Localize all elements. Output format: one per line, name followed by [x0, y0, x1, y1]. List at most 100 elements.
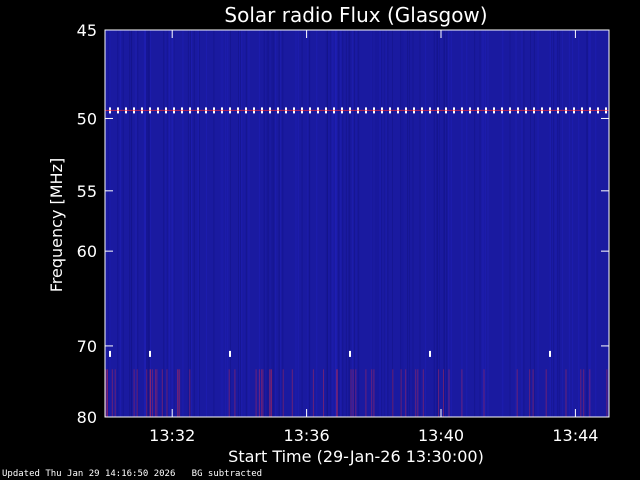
noise-stripe: [412, 30, 414, 417]
noise-stripe: [334, 30, 336, 417]
interference-stripe: [156, 369, 158, 417]
interference-stripe: [177, 369, 179, 417]
noise-stripe: [352, 30, 354, 417]
noise-stripe: [271, 30, 273, 417]
noise-stripe: [425, 30, 427, 417]
noise-stripe: [137, 30, 139, 417]
interference-stripe: [589, 369, 591, 417]
noise-stripe: [530, 30, 531, 417]
noise-stripe: [370, 30, 372, 417]
interference-stripe: [355, 369, 357, 417]
noise-stripe: [109, 30, 111, 417]
interference-stripe: [161, 369, 163, 417]
chart-title: Solar radio Flux (Glasgow): [224, 3, 487, 27]
noise-stripe: [165, 30, 167, 417]
noise-stripe: [145, 30, 147, 417]
noise-stripe: [198, 30, 200, 417]
noise-stripe: [401, 30, 403, 417]
bg-subtracted-note: BG subtracted: [191, 469, 263, 479]
noise-stripe: [327, 30, 329, 417]
noise-stripe: [213, 30, 215, 417]
noise-stripe: [258, 30, 260, 417]
noise-stripe: [225, 30, 227, 417]
noise-stripe: [537, 30, 539, 417]
updated-timestamp: Updated Thu Jan 29 14:16:50 2026: [2, 469, 176, 479]
interference-stripe: [516, 369, 518, 417]
interference-stripe: [336, 369, 338, 417]
noise-stripe: [190, 30, 191, 417]
band-line: [105, 109, 609, 111]
noise-stripe: [143, 30, 145, 417]
y-tick-label: 70: [77, 337, 97, 356]
noise-stripe: [169, 30, 171, 417]
noise-stripe: [205, 30, 207, 417]
interference-stripe: [417, 369, 419, 417]
interference-stripe: [461, 369, 463, 417]
noise-stripe: [443, 30, 445, 417]
interference-stripe: [352, 369, 354, 417]
plot-area: [104, 29, 610, 418]
interference-stripe: [448, 369, 450, 417]
noise-stripe: [342, 30, 344, 417]
noise-stripe: [349, 30, 351, 417]
y-axis-label: Frequency [MHz]: [47, 158, 66, 292]
interference-stripe: [133, 369, 135, 417]
interference-stripe: [545, 369, 547, 417]
interference-stripe: [262, 369, 264, 417]
noise-stripe: [146, 30, 148, 417]
noise-stripe: [466, 30, 468, 417]
noise-stripe: [172, 30, 174, 417]
noise-stripe: [329, 30, 331, 417]
noise-stripe: [437, 30, 439, 417]
noise-stripe: [474, 30, 476, 417]
noise-stripe: [167, 30, 169, 417]
noise-stripe: [135, 30, 137, 417]
interference-stripe: [583, 369, 585, 417]
noise-stripe: [503, 30, 505, 417]
noise-stripe: [345, 30, 347, 417]
signal-mark: [149, 350, 151, 357]
spectrogram-chart: Solar radio Flux (Glasgow) 13:32 13:36 13:…: [47, 3, 610, 466]
x-tick-label: 13:44: [552, 426, 598, 445]
noise-stripe: [578, 30, 580, 417]
noise-stripe: [230, 30, 231, 417]
y-tick-label: 45: [77, 21, 97, 40]
interference-stripe: [282, 369, 284, 417]
noise-stripe: [129, 30, 130, 417]
noise-stripe: [450, 30, 452, 417]
noise-stripe: [240, 30, 241, 417]
interference-stripe: [258, 369, 260, 417]
noise-stripe: [392, 30, 393, 417]
noise-stripe: [295, 30, 297, 417]
interference-stripe: [405, 369, 407, 417]
interference-stripe: [438, 369, 440, 417]
noise-stripe: [297, 30, 299, 417]
noise-stripe: [130, 30, 132, 417]
interference-stripe: [350, 369, 352, 417]
interference-stripe: [415, 369, 417, 417]
interference-stripe: [166, 369, 168, 417]
interference-stripe: [270, 369, 272, 417]
noise-stripe: [556, 30, 558, 417]
interference-stripe: [323, 369, 324, 417]
noise-stripe: [379, 30, 381, 417]
interference-stripe: [365, 369, 367, 417]
noise-stripe: [588, 30, 590, 417]
y-tick-label: 50: [77, 109, 97, 128]
noise-stripe: [309, 30, 311, 417]
interference-stripe: [150, 369, 151, 417]
noise-stripe: [301, 30, 303, 417]
noise-stripe: [355, 30, 357, 417]
interference-stripe: [136, 369, 138, 417]
interference-stripe: [373, 369, 375, 417]
noise-stripe: [586, 30, 588, 417]
noise-stripe: [384, 30, 386, 417]
y-tick-label: 60: [77, 242, 97, 261]
noise-stripe: [400, 30, 402, 417]
noise-stripe: [348, 30, 350, 417]
y-tick-label: 80: [77, 408, 97, 427]
noise-stripe: [163, 30, 165, 417]
interference-stripe: [234, 369, 236, 417]
noise-stripe: [387, 30, 389, 417]
noise-stripe: [197, 30, 199, 417]
